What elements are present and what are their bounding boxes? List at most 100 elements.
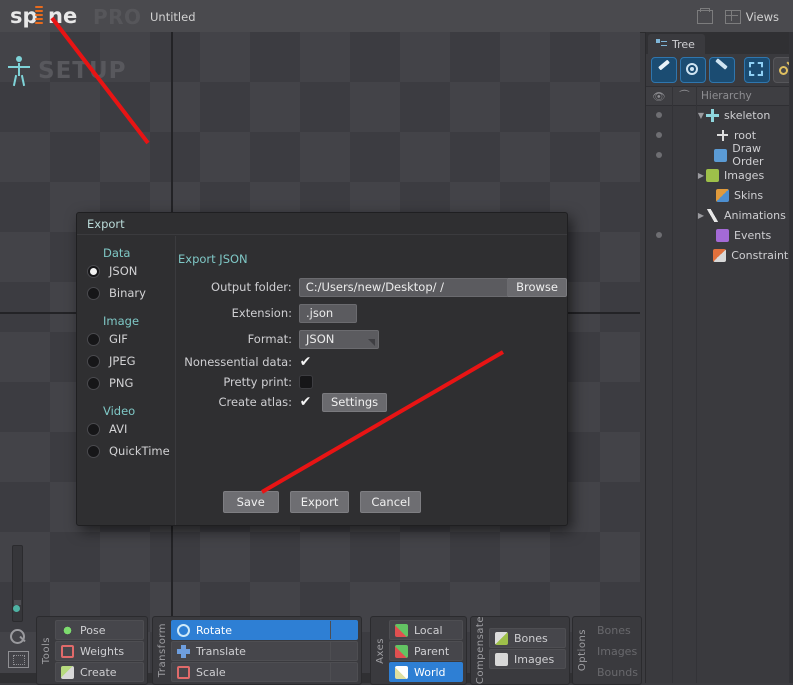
radio-label: AVI (109, 422, 128, 436)
radio-option-quicktime[interactable]: QuickTime (77, 440, 175, 462)
axes-button-local[interactable]: Local (389, 620, 463, 640)
root-icon (716, 128, 729, 142)
radio-icon (87, 422, 100, 436)
setup-mode-badge: SETUP (8, 48, 127, 94)
export-dialog-buttons: Save Export Cancel (77, 491, 567, 513)
pretty-print-checkbox[interactable] (299, 375, 313, 389)
expander-closed-icon[interactable]: ▶ (696, 211, 706, 220)
brush-tool-icon[interactable] (651, 57, 677, 83)
options-button-bounds[interactable]: Bounds (591, 662, 638, 682)
axes-panel: Axes Local Parent World (370, 616, 467, 685)
format-select[interactable]: JSON (299, 329, 379, 349)
views-button[interactable]: Views (724, 10, 779, 24)
transform-panel: Transform Rotate Translate Scale (152, 616, 362, 685)
events-icon (716, 228, 729, 242)
radio-option-json[interactable]: JSON (77, 260, 175, 282)
radio-option-gif[interactable]: GIF (77, 328, 175, 350)
create-atlas-checkbox[interactable]: ✔ (299, 395, 312, 409)
transform-button-rotate[interactable]: Rotate (171, 620, 358, 640)
transform-label: Scale (196, 665, 226, 679)
frame-selection-icon[interactable] (8, 651, 29, 668)
table-row[interactable]: ▶ Animations (646, 205, 793, 225)
pose-icon (61, 623, 74, 637)
tree-panel-scroll-edge[interactable] (789, 32, 793, 683)
transform-panel-label: Transform (156, 623, 168, 678)
axes-panel-label: Axes (374, 637, 386, 664)
browse-button[interactable]: Browse (508, 277, 567, 297)
cancel-button[interactable]: Cancel (360, 491, 422, 513)
export-button[interactable]: Export (289, 491, 350, 513)
atlas-settings-button[interactable]: Settings (322, 392, 388, 412)
ghost-tool-icon[interactable] (709, 57, 735, 83)
radio-option-png[interactable]: PNG (77, 372, 175, 394)
spine-logo: sp ne PRO (10, 4, 141, 29)
tree-row-label: root (734, 128, 757, 142)
compensate-panel-label: Compensate (474, 616, 486, 685)
document-title: Untitled (150, 10, 196, 24)
scale-icon (177, 665, 190, 679)
select-box-icon[interactable] (744, 57, 770, 83)
compensate-bones-icon (495, 631, 508, 645)
axes-button-world[interactable]: World (389, 662, 463, 682)
axes-label: Local (414, 623, 443, 637)
nonessential-data-checkbox[interactable]: ✔ (299, 355, 312, 369)
field-row-format: Format: JSON (176, 328, 567, 350)
tool-button-weights[interactable]: Weights (55, 641, 144, 661)
logo-text-sp: sp (10, 4, 38, 28)
extension-label: Extension: (231, 306, 292, 320)
visibility-dot[interactable] (656, 132, 662, 138)
tree-tab-strip: Tree (646, 32, 793, 54)
compensate-button-bones[interactable]: Bones (489, 628, 566, 648)
export-dialog-title: Export (77, 213, 567, 235)
table-row[interactable]: Constraints (646, 245, 793, 265)
logo-text-ne: ne (48, 4, 78, 28)
eye-icon[interactable]: 👁 (646, 90, 672, 103)
tool-button-pose[interactable]: Pose (55, 620, 144, 640)
tree-row-list: ▼ skeleton root Draw Order ▶ Images Skin… (646, 105, 793, 265)
tree-row-label: Constraints (731, 248, 793, 262)
table-row[interactable]: Events (646, 225, 793, 245)
transform-button-translate[interactable]: Translate (171, 641, 358, 661)
options-button-bones[interactable]: Bones (591, 620, 638, 640)
title-bar: sp ne PRO Untitled Views (0, 0, 793, 33)
format-label: Format: (247, 332, 292, 346)
viewport-zoom-handle[interactable] (13, 605, 20, 612)
table-row[interactable]: Skins (646, 185, 793, 205)
radio-option-jpeg[interactable]: JPEG (77, 350, 175, 372)
tree-row-label: Skins (734, 188, 764, 202)
magnifier-icon[interactable] (10, 629, 26, 645)
table-row[interactable]: ▶ Images (646, 165, 793, 185)
print-icon[interactable] (696, 8, 713, 24)
compensate-button-images[interactable]: Images (489, 649, 566, 669)
radio-option-avi[interactable]: AVI (77, 418, 175, 440)
visibility-dot[interactable] (656, 232, 662, 238)
export-format-sidebar: Data JSON Binary Image GIF JPEG PNG Vide… (77, 236, 176, 525)
table-row[interactable]: ▼ skeleton (646, 105, 793, 125)
field-row-nonessential: Nonessential data: ✔ (176, 351, 567, 373)
save-button[interactable]: Save (222, 491, 279, 513)
output-folder-input[interactable]: C:/Users/new/Desktop/ / (298, 277, 509, 297)
views-label: Views (745, 10, 779, 24)
extension-input[interactable]: .json (299, 303, 357, 323)
transform-slot[interactable] (330, 642, 357, 660)
axes-button-parent[interactable]: Parent (389, 641, 463, 661)
radio-option-binary[interactable]: Binary (77, 282, 175, 304)
transform-slot[interactable] (330, 621, 357, 639)
tool-button-create[interactable]: Create (55, 662, 144, 682)
chevron-down-icon (368, 338, 375, 346)
options-panel-label: Options (576, 629, 588, 672)
output-folder-label: Output folder: (211, 280, 292, 294)
transform-button-scale[interactable]: Scale (171, 662, 358, 682)
tab-tree[interactable]: Tree (648, 34, 705, 54)
create-icon (61, 665, 74, 679)
expander-closed-icon[interactable]: ▶ (696, 171, 706, 180)
options-button-images[interactable]: Images (591, 641, 638, 661)
circle-select-icon[interactable] (680, 57, 706, 83)
visibility-dot[interactable] (656, 112, 662, 118)
visibility-dot[interactable] (655, 152, 662, 158)
transform-slot[interactable] (330, 663, 357, 681)
section-heading-image: Image (103, 314, 140, 328)
table-row[interactable]: Draw Order (646, 142, 793, 168)
expander-open-icon[interactable]: ▼ (696, 111, 706, 120)
bone-icon[interactable]: ⏜ (672, 90, 696, 103)
